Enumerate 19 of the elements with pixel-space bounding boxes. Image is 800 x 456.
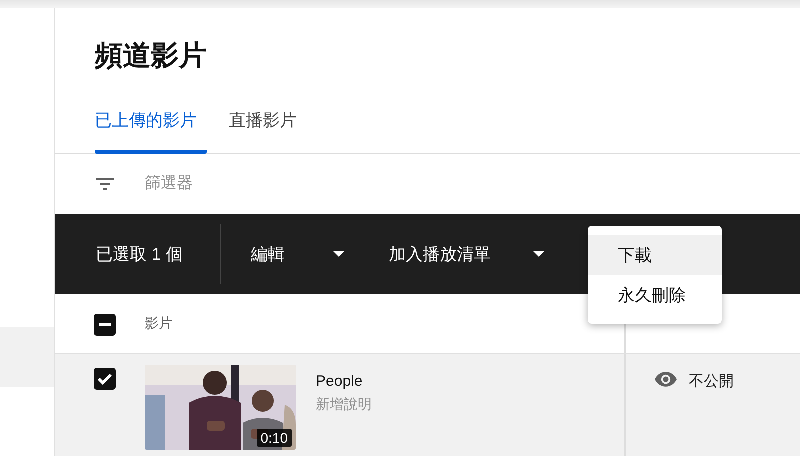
action-dropdown[interactable]: 加入播放清單 bbox=[389, 242, 545, 266]
video-title[interactable]: People bbox=[316, 373, 372, 390]
tab[interactable]: 直播影片 bbox=[229, 109, 341, 154]
table-row[interactable]: 0:10 People 新增說明 不公開 bbox=[55, 354, 800, 456]
checkbox[interactable] bbox=[94, 368, 116, 390]
visibility-label: 不公開 bbox=[689, 372, 734, 391]
eye-icon bbox=[655, 372, 677, 387]
action-dropdown[interactable]: 編輯 bbox=[251, 242, 345, 266]
indeterminate-checkbox[interactable] bbox=[94, 314, 116, 336]
menu-item[interactable]: 下載 bbox=[588, 235, 722, 275]
caret-icon bbox=[333, 251, 345, 257]
caret-icon bbox=[533, 251, 545, 257]
column-header: 影片 bbox=[145, 314, 173, 332]
menu-item[interactable]: 永久刪除 bbox=[588, 275, 722, 315]
tab[interactable]: 已上傳的影片 bbox=[95, 109, 207, 154]
selection-count: 已選取 1 個 bbox=[96, 244, 184, 266]
filter-field[interactable]: 篩選器 bbox=[143, 174, 347, 194]
page-title: 頻道影片 bbox=[94, 39, 208, 73]
duration-badge: 0:10 bbox=[256, 429, 292, 447]
